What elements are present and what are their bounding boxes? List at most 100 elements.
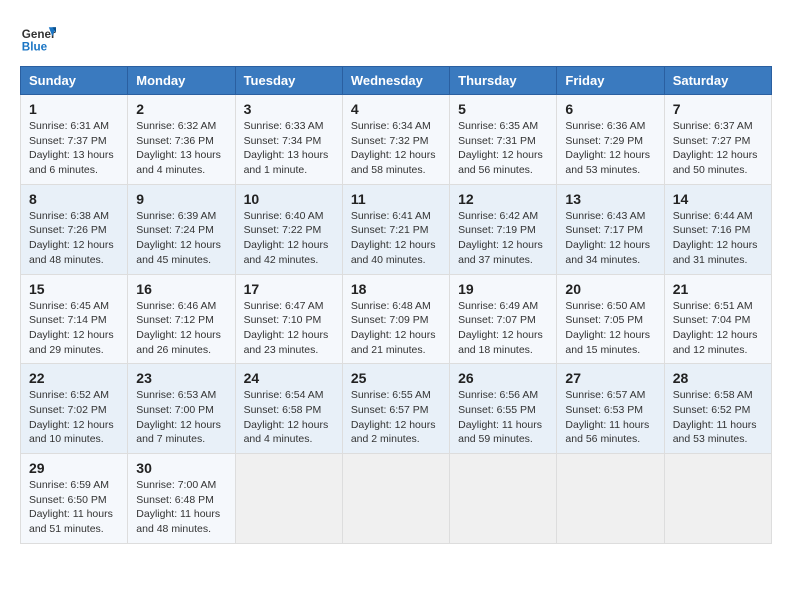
day-number: 2 xyxy=(136,101,226,117)
day-number: 8 xyxy=(29,191,119,207)
day-number: 6 xyxy=(565,101,655,117)
calendar-cell: 18 Sunrise: 6:48 AMSunset: 7:09 PMDayligh… xyxy=(342,274,449,364)
logo-icon: General Blue xyxy=(20,20,56,56)
day-info: Sunrise: 6:47 AMSunset: 7:10 PMDaylight:… xyxy=(244,299,334,358)
day-info: Sunrise: 6:33 AMSunset: 7:34 PMDaylight:… xyxy=(244,119,334,178)
calendar-cell: 3 Sunrise: 6:33 AMSunset: 7:34 PMDaylight… xyxy=(235,95,342,185)
calendar-cell: 14 Sunrise: 6:44 AMSunset: 7:16 PMDayligh… xyxy=(664,184,771,274)
day-number: 22 xyxy=(29,370,119,386)
header-row: SundayMondayTuesdayWednesdayThursdayFrid… xyxy=(21,67,772,95)
calendar-cell: 27 Sunrise: 6:57 AMSunset: 6:53 PMDayligh… xyxy=(557,364,664,454)
calendar-cell: 19 Sunrise: 6:49 AMSunset: 7:07 PMDayligh… xyxy=(450,274,557,364)
day-number: 13 xyxy=(565,191,655,207)
day-number: 24 xyxy=(244,370,334,386)
day-info: Sunrise: 6:55 AMSunset: 6:57 PMDaylight:… xyxy=(351,388,441,447)
header-cell-tuesday: Tuesday xyxy=(235,67,342,95)
day-info: Sunrise: 6:39 AMSunset: 7:24 PMDaylight:… xyxy=(136,209,226,268)
header-cell-sunday: Sunday xyxy=(21,67,128,95)
day-number: 20 xyxy=(565,281,655,297)
svg-text:Blue: Blue xyxy=(22,41,48,54)
header-cell-friday: Friday xyxy=(557,67,664,95)
page-header: General Blue xyxy=(20,20,772,56)
day-number: 5 xyxy=(458,101,548,117)
day-number: 15 xyxy=(29,281,119,297)
calendar-cell xyxy=(342,454,449,544)
calendar-cell: 16Sunrise: 6:46 AMSunset: 7:12 PMDayligh… xyxy=(128,274,235,364)
calendar-cell xyxy=(664,454,771,544)
day-number: 3 xyxy=(244,101,334,117)
calendar-cell: 12 Sunrise: 6:42 AMSunset: 7:19 PMDayligh… xyxy=(450,184,557,274)
calendar-body: 1 Sunrise: 6:31 AMSunset: 7:37 PMDaylight… xyxy=(21,95,772,544)
day-number: 27 xyxy=(565,370,655,386)
day-info: Sunrise: 6:52 AMSunset: 7:02 PMDaylight:… xyxy=(29,388,119,447)
calendar-cell: 20 Sunrise: 6:50 AMSunset: 7:05 PMDayligh… xyxy=(557,274,664,364)
day-number: 12 xyxy=(458,191,548,207)
calendar-cell: 1 Sunrise: 6:31 AMSunset: 7:37 PMDaylight… xyxy=(21,95,128,185)
calendar-cell: 30Sunrise: 7:00 AMSunset: 6:48 PMDayligh… xyxy=(128,454,235,544)
calendar-cell: 22 Sunrise: 6:52 AMSunset: 7:02 PMDayligh… xyxy=(21,364,128,454)
day-info: Sunrise: 6:38 AMSunset: 7:26 PMDaylight:… xyxy=(29,209,119,268)
calendar-cell: 4Sunrise: 6:34 AMSunset: 7:32 PMDaylight… xyxy=(342,95,449,185)
day-number: 25 xyxy=(351,370,441,386)
calendar-cell: 6Sunrise: 6:36 AMSunset: 7:29 PMDaylight… xyxy=(557,95,664,185)
calendar-week-3: 15 Sunrise: 6:45 AMSunset: 7:14 PMDayligh… xyxy=(21,274,772,364)
day-number: 18 xyxy=(351,281,441,297)
calendar-cell: 21Sunrise: 6:51 AMSunset: 7:04 PMDayligh… xyxy=(664,274,771,364)
day-info: Sunrise: 6:43 AMSunset: 7:17 PMDaylight:… xyxy=(565,209,655,268)
day-number: 1 xyxy=(29,101,119,117)
day-info: Sunrise: 6:32 AMSunset: 7:36 PMDaylight:… xyxy=(136,119,226,178)
day-info: Sunrise: 6:31 AMSunset: 7:37 PMDaylight:… xyxy=(29,119,119,178)
day-info: Sunrise: 6:58 AMSunset: 6:52 PMDaylight:… xyxy=(673,388,763,447)
day-info: Sunrise: 6:53 AMSunset: 7:00 PMDaylight:… xyxy=(136,388,226,447)
calendar-cell: 26Sunrise: 6:56 AMSunset: 6:55 PMDayligh… xyxy=(450,364,557,454)
calendar-week-1: 1 Sunrise: 6:31 AMSunset: 7:37 PMDaylight… xyxy=(21,95,772,185)
day-number: 29 xyxy=(29,460,119,476)
calendar-cell: 9 Sunrise: 6:39 AMSunset: 7:24 PMDaylight… xyxy=(128,184,235,274)
day-number: 7 xyxy=(673,101,763,117)
day-info: Sunrise: 6:50 AMSunset: 7:05 PMDaylight:… xyxy=(565,299,655,358)
calendar-cell: 5Sunrise: 6:35 AMSunset: 7:31 PMDaylight… xyxy=(450,95,557,185)
calendar-cell: 28Sunrise: 6:58 AMSunset: 6:52 PMDayligh… xyxy=(664,364,771,454)
day-info: Sunrise: 6:46 AMSunset: 7:12 PMDaylight:… xyxy=(136,299,226,358)
day-number: 23 xyxy=(136,370,226,386)
day-info: Sunrise: 6:57 AMSunset: 6:53 PMDaylight:… xyxy=(565,388,655,447)
day-number: 19 xyxy=(458,281,548,297)
day-info: Sunrise: 6:41 AMSunset: 7:21 PMDaylight:… xyxy=(351,209,441,268)
calendar-week-5: 29 Sunrise: 6:59 AMSunset: 6:50 PMDayligh… xyxy=(21,454,772,544)
calendar-table: SundayMondayTuesdayWednesdayThursdayFrid… xyxy=(20,66,772,544)
day-info: Sunrise: 7:00 AMSunset: 6:48 PMDaylight:… xyxy=(136,478,226,537)
day-number: 11 xyxy=(351,191,441,207)
calendar-cell: 13 Sunrise: 6:43 AMSunset: 7:17 PMDayligh… xyxy=(557,184,664,274)
calendar-cell: 15 Sunrise: 6:45 AMSunset: 7:14 PMDayligh… xyxy=(21,274,128,364)
day-number: 9 xyxy=(136,191,226,207)
calendar-cell xyxy=(557,454,664,544)
calendar-cell: 7Sunrise: 6:37 AMSunset: 7:27 PMDaylight… xyxy=(664,95,771,185)
calendar-week-4: 22 Sunrise: 6:52 AMSunset: 7:02 PMDayligh… xyxy=(21,364,772,454)
calendar-header: SundayMondayTuesdayWednesdayThursdayFrid… xyxy=(21,67,772,95)
day-info: Sunrise: 6:48 AMSunset: 7:09 PMDaylight:… xyxy=(351,299,441,358)
day-info: Sunrise: 6:56 AMSunset: 6:55 PMDaylight:… xyxy=(458,388,548,447)
calendar-cell xyxy=(450,454,557,544)
calendar-week-2: 8 Sunrise: 6:38 AMSunset: 7:26 PMDaylight… xyxy=(21,184,772,274)
day-info: Sunrise: 6:51 AMSunset: 7:04 PMDaylight:… xyxy=(673,299,763,358)
calendar-cell: 2 Sunrise: 6:32 AMSunset: 7:36 PMDaylight… xyxy=(128,95,235,185)
calendar-cell: 17Sunrise: 6:47 AMSunset: 7:10 PMDayligh… xyxy=(235,274,342,364)
calendar-cell xyxy=(235,454,342,544)
day-info: Sunrise: 6:34 AMSunset: 7:32 PMDaylight:… xyxy=(351,119,441,178)
calendar-cell: 10Sunrise: 6:40 AMSunset: 7:22 PMDayligh… xyxy=(235,184,342,274)
calendar-cell: 24 Sunrise: 6:54 AMSunset: 6:58 PMDayligh… xyxy=(235,364,342,454)
calendar-cell: 29 Sunrise: 6:59 AMSunset: 6:50 PMDayligh… xyxy=(21,454,128,544)
day-info: Sunrise: 6:42 AMSunset: 7:19 PMDaylight:… xyxy=(458,209,548,268)
day-number: 10 xyxy=(244,191,334,207)
day-info: Sunrise: 6:49 AMSunset: 7:07 PMDaylight:… xyxy=(458,299,548,358)
day-info: Sunrise: 6:54 AMSunset: 6:58 PMDaylight:… xyxy=(244,388,334,447)
day-info: Sunrise: 6:59 AMSunset: 6:50 PMDaylight:… xyxy=(29,478,119,537)
day-info: Sunrise: 6:45 AMSunset: 7:14 PMDaylight:… xyxy=(29,299,119,358)
header-cell-saturday: Saturday xyxy=(664,67,771,95)
logo: General Blue xyxy=(20,20,56,56)
header-cell-monday: Monday xyxy=(128,67,235,95)
day-number: 14 xyxy=(673,191,763,207)
day-info: Sunrise: 6:44 AMSunset: 7:16 PMDaylight:… xyxy=(673,209,763,268)
calendar-cell: 8 Sunrise: 6:38 AMSunset: 7:26 PMDaylight… xyxy=(21,184,128,274)
calendar-cell: 25 Sunrise: 6:55 AMSunset: 6:57 PMDayligh… xyxy=(342,364,449,454)
